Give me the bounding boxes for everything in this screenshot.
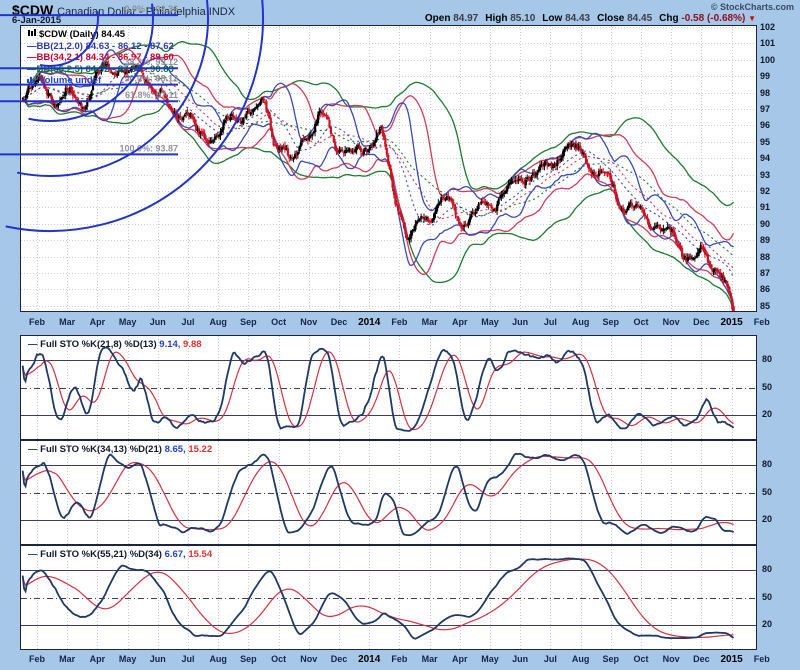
open-label: Open — [425, 13, 451, 24]
price-tick-96: 96 — [760, 120, 770, 130]
close-label: Close — [597, 13, 624, 24]
main-chart-legend: $CDW (Daily) 84.45 —BB(21,2.0) 84.63 - 8… — [27, 29, 174, 87]
price-tick-86: 86 — [760, 284, 770, 294]
stoch-0-tick-80: 80 — [762, 354, 772, 364]
price-tick-94: 94 — [760, 153, 770, 163]
stoch-0-tick-20: 20 — [762, 409, 772, 419]
legend-bb34: —BB(34,2.1) 84.34 - 86.97 - 89.60 — [27, 52, 174, 64]
legend-instrument: $CDW (Daily) 84.45 — [27, 29, 174, 41]
price-tick-99: 99 — [760, 71, 770, 81]
chg-down-triangle-icon[interactable]: ▼ — [748, 14, 756, 23]
chg-value: -0.58 (-0.68%) — [681, 13, 745, 24]
stoch-panel-55-21: — Full STO %K(55,21) %D(34) 6.67, 15.54 — [20, 545, 757, 650]
copyright: © StockCharts.com — [711, 2, 794, 12]
close-value: 84.45 — [627, 13, 652, 24]
stoch-panel-21-8: — Full STO %K(21,8) %D(13) 9.14, 9.88 — [20, 335, 757, 440]
chg-label: Chg — [659, 13, 678, 24]
price-tick-98: 98 — [760, 88, 770, 98]
low-value: 84.43 — [565, 13, 590, 24]
stoch-1-tick-20: 20 — [762, 514, 772, 524]
stoch-55-canvas[interactable] — [21, 546, 756, 649]
high-label: High — [485, 13, 507, 24]
price-tick-97: 97 — [760, 104, 770, 114]
stoch-21-legend: — Full STO %K(21,8) %D(13) 9.14, 9.88 — [28, 339, 202, 350]
ohlc-readout: Open 84.97 High 85.10 Low 84.43 Close 84.45… — [425, 13, 756, 24]
low-label: Low — [542, 13, 562, 24]
stoch-21-canvas[interactable] — [21, 336, 756, 439]
open-value: 84.97 — [453, 13, 478, 24]
price-tick-90: 90 — [760, 219, 770, 229]
volume-bars-icon — [27, 75, 36, 83]
price-tick-91: 91 — [760, 202, 770, 212]
price-tick-95: 95 — [760, 137, 770, 147]
instrument-name: Canadian Dollar - Philadelphia INDX — [57, 6, 235, 18]
high-value: 85.10 — [510, 13, 535, 24]
month-label-top-Feb: Feb — [744, 317, 780, 327]
stoch-1-tick-50: 50 — [762, 487, 772, 497]
stoch-2-tick-80: 80 — [762, 564, 772, 574]
price-tick-100: 100 — [760, 55, 775, 65]
price-tick-93: 93 — [760, 170, 770, 180]
legend-bb21: —BB(21,2.0) 84.63 - 86.12 - 87.62 — [27, 41, 174, 53]
price-tick-89: 89 — [760, 235, 770, 245]
price-tick-88: 88 — [760, 252, 770, 262]
price-tick-101: 101 — [760, 38, 775, 48]
stockcharts-page: $CDW Canadian Dollar - Philadelphia INDX… — [0, 0, 800, 670]
stoch-34-canvas[interactable] — [21, 441, 756, 544]
candlestick-icon — [27, 29, 36, 37]
stoch-34-legend: — Full STO %K(34,13) %D(21) 8.65, 15.22 — [28, 444, 212, 455]
price-tick-85: 85 — [760, 301, 770, 311]
month-label-bottom-Feb: Feb — [744, 654, 780, 664]
stoch-2-tick-50: 50 — [762, 592, 772, 602]
price-tick-87: 87 — [760, 268, 770, 278]
price-tick-102: 102 — [760, 22, 775, 32]
legend-volume: Volume undef — [27, 75, 174, 87]
stoch-0-tick-50: 50 — [762, 382, 772, 392]
stoch-55-legend: — Full STO %K(55,21) %D(34) 6.67, 15.54 — [28, 549, 212, 560]
stoch-2-tick-20: 20 — [762, 619, 772, 629]
price-tick-92: 92 — [760, 186, 770, 196]
stoch-1-tick-80: 80 — [762, 459, 772, 469]
legend-bb55: —BB(55,2.5) 84.32 - 87.58 - 90.83 — [27, 64, 174, 76]
stoch-panel-34-13: — Full STO %K(34,13) %D(21) 8.65, 15.22 — [20, 440, 757, 545]
